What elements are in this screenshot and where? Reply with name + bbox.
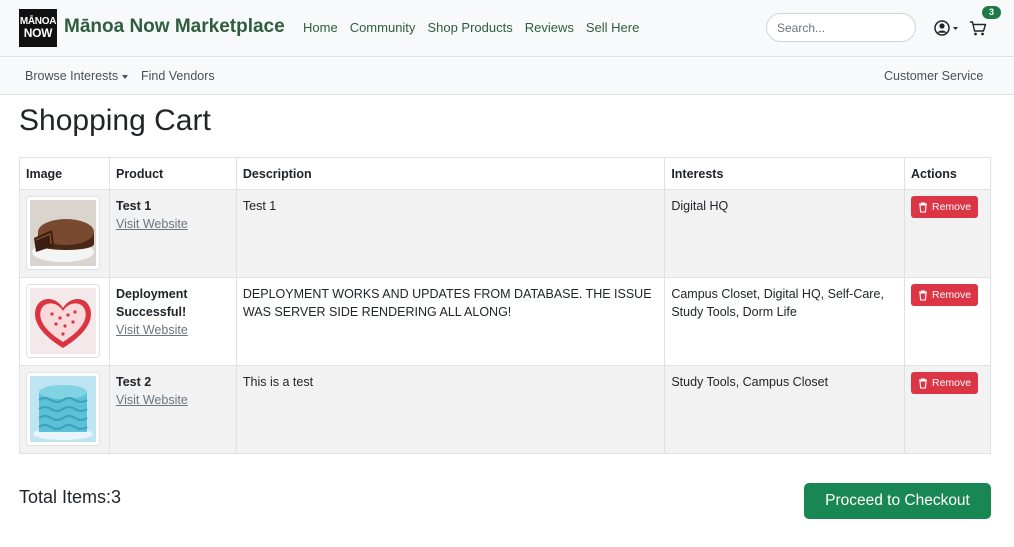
heart-cake-image [30, 288, 96, 354]
find-vendors-link[interactable]: Find Vendors [141, 69, 215, 83]
product-thumbnail [26, 372, 100, 446]
secondary-navbar: Browse Interests Find Vendors Customer S… [0, 58, 1014, 95]
product-thumbnail [26, 284, 100, 358]
visit-website-link[interactable]: Visit Website [116, 217, 188, 231]
cart-count-badge: 3 [982, 6, 1001, 19]
product-name: Test 1 [115, 199, 152, 213]
table-row: Test 2 Visit Website This is a test Stud… [19, 365, 992, 454]
total-items: Total Items:3 [19, 487, 122, 507]
cell-interests: Campus Closet, Digital HQ, Self-Care, St… [664, 277, 905, 366]
cell-actions: Remove [903, 189, 992, 278]
visit-website-link[interactable]: Visit Website [116, 323, 188, 337]
proceed-to-checkout-button[interactable]: Proceed to Checkout [804, 483, 991, 519]
table-row: Test 1 Visit Website Test 1 Digital HQ R… [19, 189, 992, 278]
nav-sell-here[interactable]: Sell Here [586, 20, 639, 35]
cell-description: Test 1 [235, 189, 666, 278]
logo[interactable]: MĀNOA NOW [19, 9, 57, 47]
table-header-row: Image Product Description Interests Acti… [19, 157, 992, 190]
top-navbar: MĀNOA NOW Mānoa Now Marketplace Home Com… [0, 0, 1014, 57]
col-header-image: Image [19, 157, 110, 190]
remove-label: Remove [931, 377, 972, 389]
trash-icon [918, 201, 927, 213]
col-header-interests: Interests [664, 157, 905, 190]
remove-label: Remove [931, 201, 972, 213]
chocolate-cake-image [30, 200, 96, 266]
cell-description: This is a test [235, 365, 666, 454]
cell-interests: Study Tools, Campus Closet [664, 365, 905, 454]
remove-button[interactable]: Remove [910, 284, 979, 306]
col-header-product: Product [108, 157, 237, 190]
visit-website-link[interactable]: Visit Website [116, 393, 188, 407]
cell-product: Test 2 Visit Website [108, 365, 237, 454]
product-name: Deployment Successful! [115, 287, 188, 319]
product-thumbnail [26, 196, 100, 270]
remove-label: Remove [931, 289, 972, 301]
cart-table: Image Product Description Interests Acti… [19, 157, 992, 454]
nav-shop-products[interactable]: Shop Products [427, 20, 512, 35]
remove-button[interactable]: Remove [910, 372, 979, 394]
cell-description: DEPLOYMENT WORKS AND UPDATES FROM DATABA… [235, 277, 666, 366]
cell-image [19, 277, 110, 366]
table-row: Deployment Successful! Visit Website DEP… [19, 277, 992, 366]
cell-actions: Remove [903, 277, 992, 366]
cell-product: Test 1 Visit Website [108, 189, 237, 278]
customer-service-link[interactable]: Customer Service [884, 69, 983, 83]
caret-down-icon [122, 74, 129, 79]
cell-interests: Digital HQ [664, 189, 905, 278]
logo-line2: NOW [23, 26, 53, 40]
cell-image [19, 365, 110, 454]
col-header-actions: Actions [903, 157, 992, 190]
cell-product: Deployment Successful! Visit Website [108, 277, 237, 366]
trash-icon [918, 377, 927, 389]
cart-icon[interactable] [969, 20, 987, 37]
page-title: Shopping Cart [19, 104, 211, 137]
main-nav: Home Community Shop Products Reviews Sel… [303, 20, 651, 35]
browse-interests-dropdown[interactable]: Browse Interests [25, 69, 129, 83]
remove-button[interactable]: Remove [910, 196, 979, 218]
brand-title[interactable]: Mānoa Now Marketplace [64, 16, 285, 38]
user-account-icon[interactable] [933, 19, 959, 37]
trash-icon [918, 289, 927, 301]
product-name: Test 2 [115, 375, 152, 389]
cell-actions: Remove [903, 365, 992, 454]
nav-community[interactable]: Community [350, 20, 416, 35]
col-header-description: Description [235, 157, 666, 190]
blue-cake-image [30, 376, 96, 442]
nav-home[interactable]: Home [303, 20, 338, 35]
cell-image [19, 189, 110, 278]
search-input[interactable] [766, 13, 916, 42]
nav-reviews[interactable]: Reviews [525, 20, 574, 35]
browse-interests-label: Browse Interests [25, 69, 119, 83]
